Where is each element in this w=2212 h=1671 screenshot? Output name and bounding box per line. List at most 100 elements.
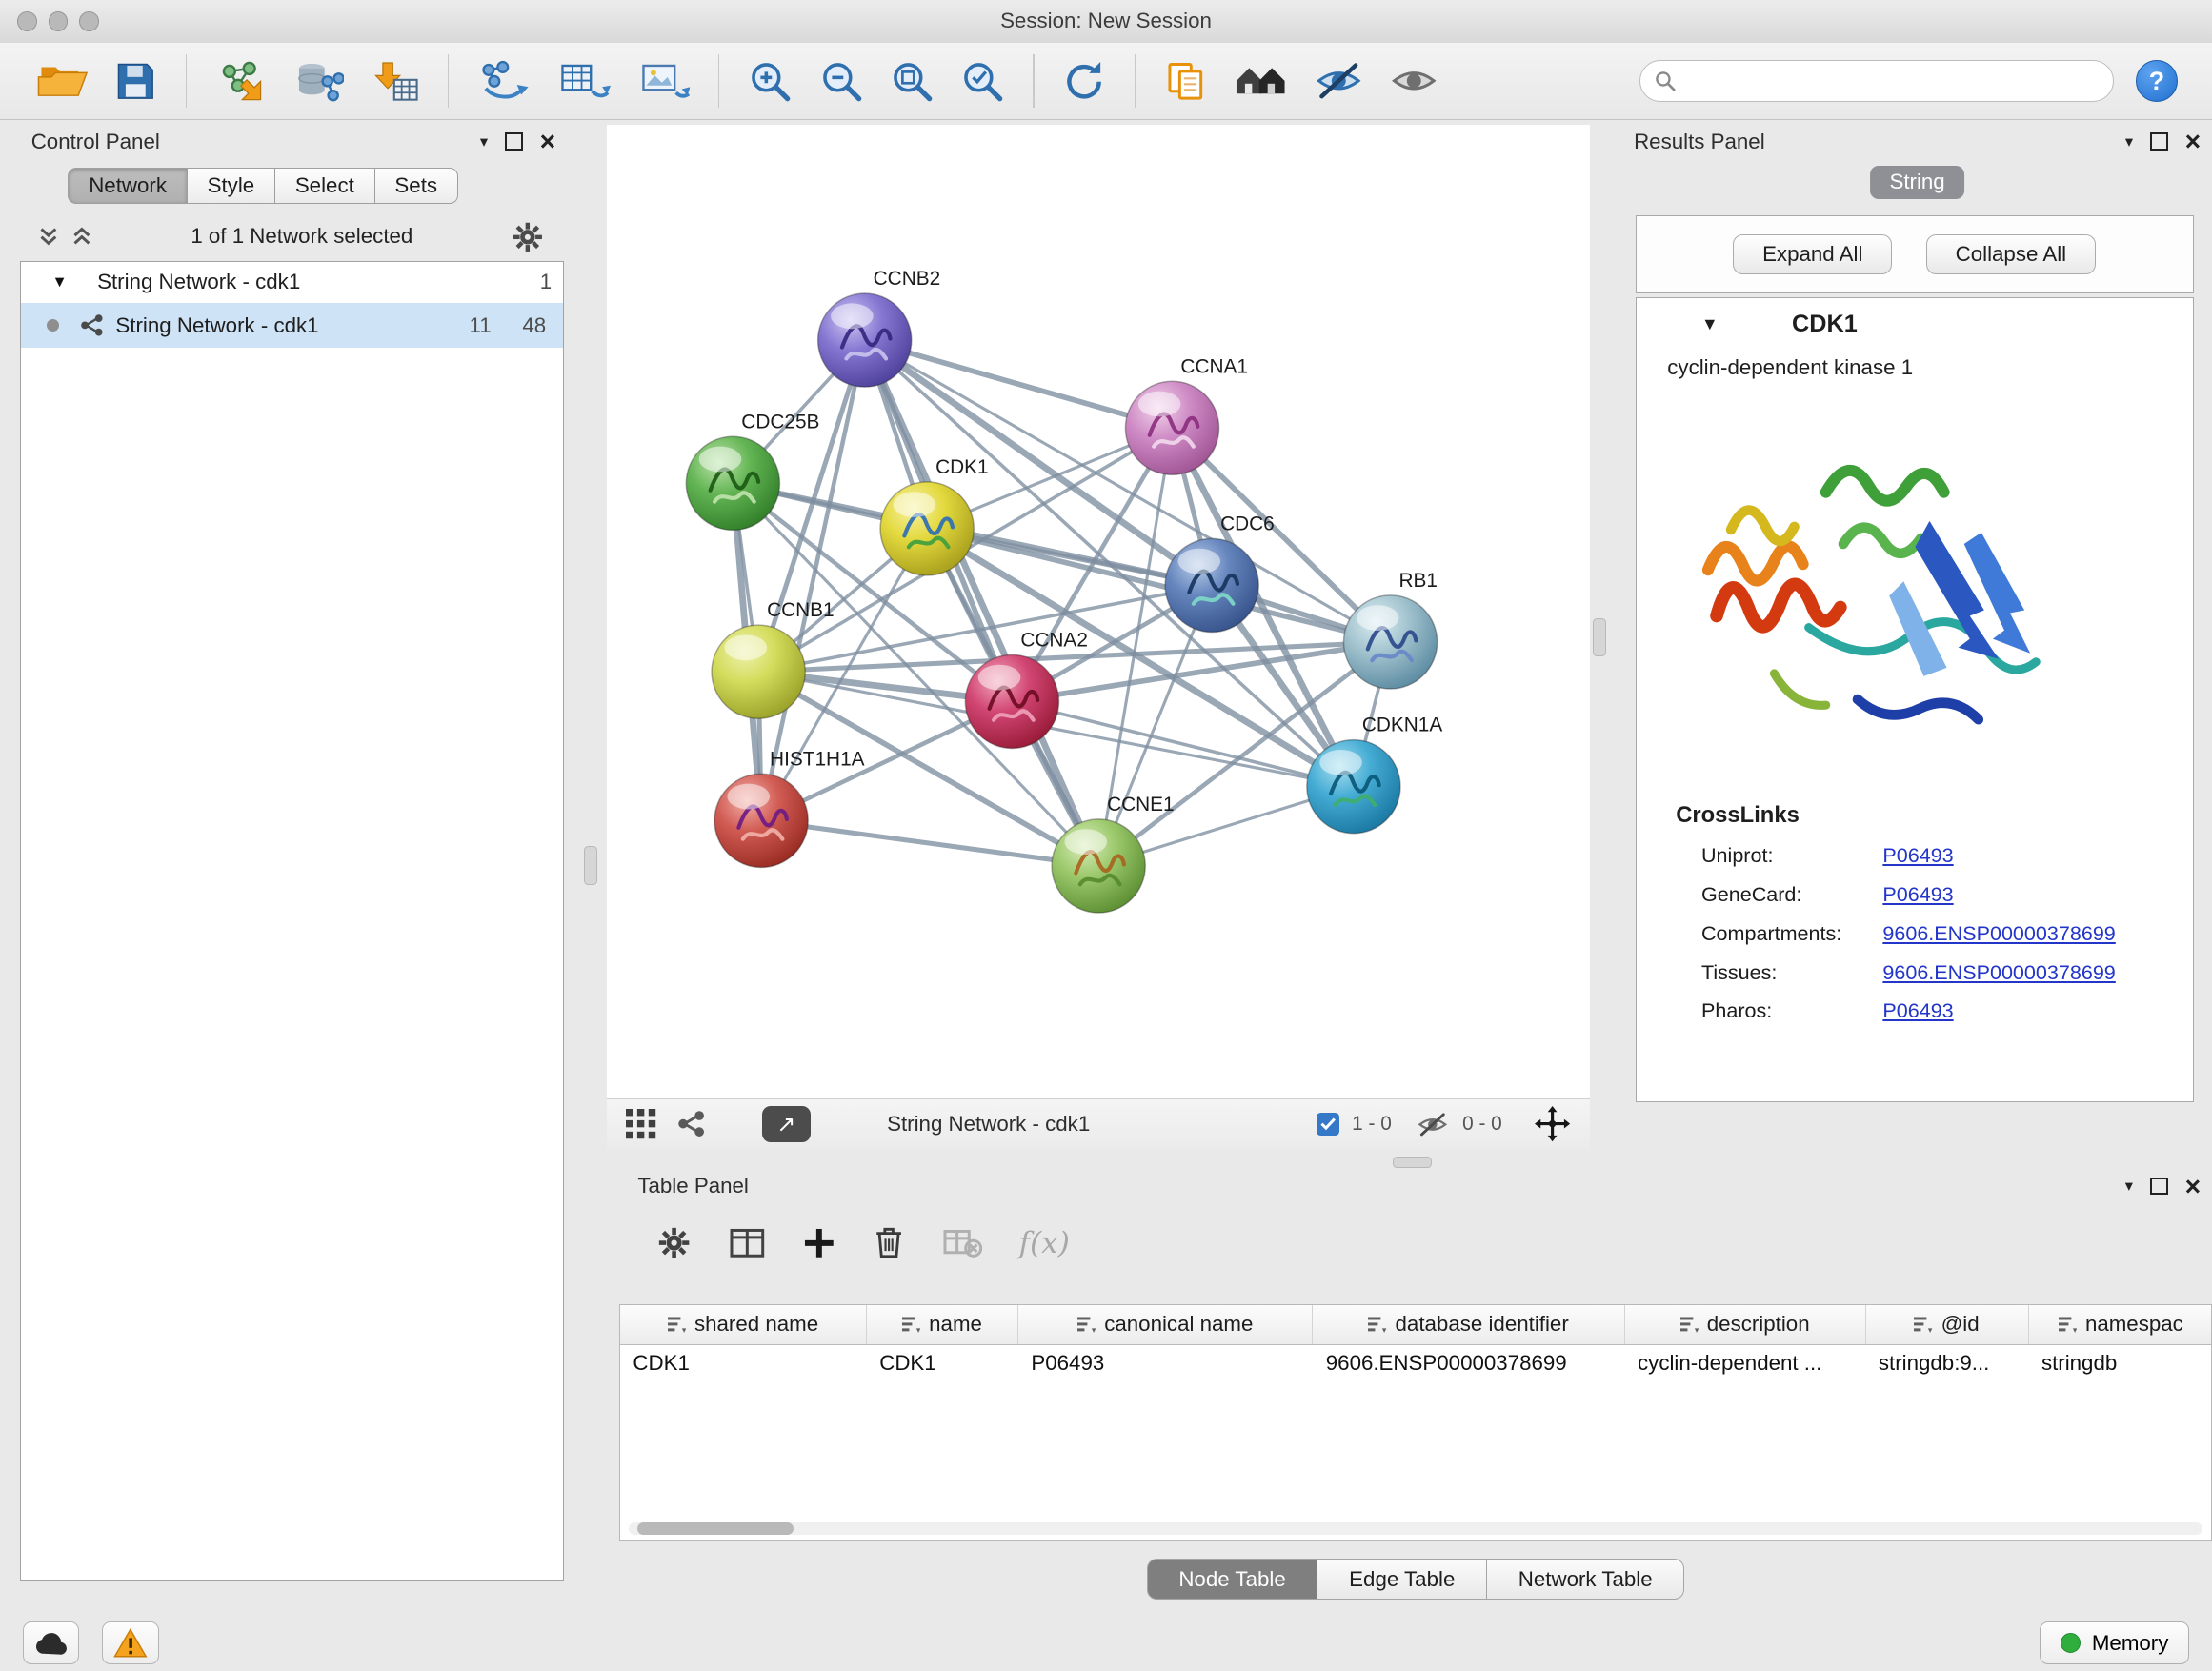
new-table-button[interactable] [555,49,614,113]
panel-close-icon[interactable]: × [2185,134,2202,149]
crosslink-link[interactable]: 9606.ENSP00000378699 [1882,960,2115,985]
column-header-canonical-name[interactable]: canonical name [1018,1305,1313,1345]
splitter-handle-bottom[interactable] [1393,1157,1432,1168]
collapse-all-button[interactable]: Collapse All [1926,234,2096,274]
function-builder-icon[interactable]: f(x) [1018,1226,1070,1260]
eye-icon [1390,61,1438,101]
network-node-ccnb1[interactable]: CCNB1 [712,599,835,718]
export-image-button[interactable] [636,49,693,113]
search-input[interactable] [1686,63,2114,100]
pan-crosshair-icon[interactable] [1535,1106,1570,1141]
zoom-out-button[interactable] [816,49,866,113]
panel-collapse-icon[interactable]: ▾ [2125,132,2133,151]
entry-header[interactable]: ▼ CDK1 [1637,298,2193,350]
detach-view-button[interactable]: ↗ [762,1106,811,1143]
save-icon [114,60,157,103]
zoom-fit-button[interactable] [887,49,936,113]
show-columns-icon[interactable] [729,1226,766,1260]
column-header-id[interactable]: @id [1866,1305,2029,1345]
table-cell[interactable]: stringdb:9... [1866,1345,2029,1383]
hidden-eye-slash-icon[interactable] [1416,1112,1450,1137]
tab-string[interactable]: String [1870,166,1965,199]
network-node-ccna1[interactable]: CCNA1 [1125,355,1248,474]
tab-edge-table[interactable]: Edge Table [1317,1559,1487,1601]
table-cell[interactable]: 9606.ENSP00000378699 [1313,1345,1624,1383]
panel-collapse-icon[interactable]: ▾ [2125,1177,2133,1196]
zoom-in-button[interactable] [745,49,794,113]
memory-button[interactable]: Memory [2040,1621,2189,1664]
tab-sets[interactable]: Sets [375,168,458,205]
table-row[interactable]: CDK1 CDK1 P06493 9606.ENSP00000378699 cy… [620,1345,2211,1383]
home-button[interactable] [1231,49,1290,113]
network-canvas[interactable]: CCNB2CCNA1CDC25BCDK1CDC6RB1CCNB1CCNA2CDK… [607,125,1590,1098]
network-node-hist1h1a[interactable]: HIST1H1A [714,748,865,867]
network-collection-row[interactable]: ▼ String Network - cdk1 1 [21,262,563,303]
panel-float-icon[interactable] [505,132,523,151]
expand-all-chevron-icon[interactable] [37,225,60,248]
tab-node-table[interactable]: Node Table [1147,1559,1318,1601]
save-session-button[interactable] [111,49,160,113]
column-header-description[interactable]: description [1625,1305,1866,1345]
help-button[interactable]: ? [2136,60,2179,103]
network-node-cdc25b[interactable]: CDC25B [686,411,819,530]
panel-collapse-icon[interactable]: ▾ [480,132,488,151]
table-cell[interactable]: P06493 [1018,1345,1313,1383]
tab-network[interactable]: Network [68,168,187,205]
splitter-handle-left[interactable] [584,846,597,885]
show-all-button[interactable] [1387,49,1441,113]
panel-float-icon[interactable] [2150,132,2168,151]
delete-columns-trash-icon[interactable] [873,1225,905,1260]
table-settings-gear-icon[interactable] [656,1225,692,1260]
table-cell[interactable]: CDK1 [620,1345,867,1383]
entry-disclosure-icon[interactable]: ▼ [1701,314,1719,334]
crosslink-link[interactable]: P06493 [1882,882,1953,907]
selected-items-checkbox[interactable] [1317,1113,1339,1136]
table-cell[interactable]: cyclin-dependent ... [1625,1345,1866,1383]
import-table-icon [372,60,420,103]
column-header-name[interactable]: name [867,1305,1018,1345]
results-panel-title: Results Panel [1634,130,1765,154]
network-node-rb1[interactable]: RB1 [1343,570,1438,689]
crosslink-link[interactable]: P06493 [1882,843,1953,868]
import-table-from-file-button[interactable] [369,49,423,113]
panel-close-icon[interactable]: × [540,134,556,149]
apply-layout-button[interactable] [1059,49,1109,113]
splitter-handle-right[interactable] [1593,618,1606,657]
open-documentation-button[interactable] [1161,49,1210,113]
search-icon [1655,70,1676,91]
column-header-shared-name[interactable]: shared name [620,1305,867,1345]
cloud-sync-button[interactable] [23,1621,80,1664]
scrollbar-thumb[interactable] [637,1522,794,1535]
expand-all-button[interactable]: Expand All [1733,234,1892,274]
open-session-button[interactable] [34,49,90,113]
disclosure-triangle-icon[interactable]: ▼ [52,273,78,292]
network-row-selected[interactable]: String Network - cdk1 11 48 [21,303,563,349]
table-cell[interactable]: stringdb [2029,1345,2212,1383]
panel-close-icon[interactable]: × [2185,1179,2202,1194]
tab-style[interactable]: Style [188,168,275,205]
column-header-namespace[interactable]: namespac [2029,1305,2212,1345]
hide-selected-button[interactable] [1312,49,1366,113]
create-column-plus-icon[interactable] [802,1226,836,1260]
network-node-ccnb2[interactable]: CCNB2 [817,268,940,387]
tab-network-table[interactable]: Network Table [1487,1559,1684,1601]
grid-view-icon[interactable] [626,1109,655,1138]
tab-select[interactable]: Select [275,168,375,205]
zoom-selected-button[interactable] [957,49,1007,113]
network-options-gear-icon[interactable] [511,220,545,254]
import-network-from-database-button[interactable] [291,49,347,113]
new-network-from-selection-button[interactable] [474,49,533,113]
import-network-from-file-button[interactable] [212,49,269,113]
warnings-button[interactable] [102,1621,159,1664]
crosslink-link[interactable]: 9606.ENSP00000378699 [1882,921,2115,946]
panel-float-icon[interactable] [2150,1178,2168,1196]
collapse-all-chevron-icon[interactable] [70,225,93,248]
network-edge[interactable] [761,820,1098,866]
crosslink-link[interactable]: P06493 [1882,998,1953,1023]
column-header-database-identifier[interactable]: database identifier [1313,1305,1624,1345]
cloud-icon [34,1631,69,1655]
birdseye-view-icon[interactable] [676,1109,706,1138]
network-node-cdc6[interactable]: CDC6 [1165,513,1275,632]
table-cell[interactable]: CDK1 [867,1345,1018,1383]
delete-table-icon[interactable] [942,1227,982,1258]
